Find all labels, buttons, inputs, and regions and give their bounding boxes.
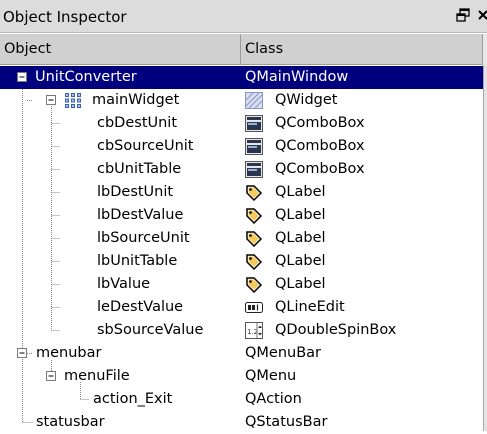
object-name: menuFile [64, 368, 130, 384]
tree-row[interactable]: lbValue QLabel [0, 273, 483, 296]
object-tree: UnitConverter QMainWindow mainWidget QWi… [0, 66, 483, 434]
class-name: QMenu [245, 368, 297, 384]
class-name: QAction [245, 391, 302, 407]
widget-grid-icon [65, 93, 81, 108]
svg-text:1.2: 1.2 [247, 328, 258, 336]
object-name: mainWidget [92, 92, 180, 108]
object-name: menubar [36, 345, 102, 361]
tree-row[interactable]: cbDestUnit QComboBox [0, 112, 483, 135]
class-name: QDoubleSpinBox [275, 322, 397, 338]
tree-row[interactable]: sbSourceValue 1.2 QDoubleSpinBox [0, 319, 483, 342]
class-name: QLineEdit [275, 299, 345, 315]
tree-row[interactable]: mainWidget QWidget [0, 89, 483, 112]
dock-title: Object Inspector [3, 8, 127, 26]
class-name: QLabel [275, 253, 326, 269]
tree-row[interactable]: lbDestValue QLabel [0, 204, 483, 227]
object-name: cbDestUnit [97, 115, 178, 131]
label-tag-icon [246, 254, 263, 270]
object-name: lbUnitTable [97, 253, 178, 269]
lineedit-icon [245, 302, 263, 313]
label-tag-icon [246, 208, 263, 224]
label-tag-icon [246, 277, 263, 293]
column-header: Object Class [0, 34, 487, 65]
tree-row[interactable]: menuFile QMenu [0, 365, 483, 388]
class-name: QLabel [275, 276, 326, 292]
class-name: QWidget [275, 92, 338, 108]
collapse-icon[interactable] [17, 348, 27, 358]
column-header-object[interactable]: Object [0, 34, 241, 64]
tree-row[interactable]: cbSourceUnit QComboBox [0, 135, 483, 158]
object-name: lbSourceUnit [97, 230, 190, 246]
class-name: QMenuBar [245, 345, 322, 361]
tree-row[interactable]: menubar QMenuBar [0, 342, 483, 365]
class-name: QComboBox [275, 161, 365, 177]
vertical-scrollbar[interactable] [483, 65, 487, 431]
combobox-icon [245, 161, 263, 178]
doublespinbox-icon: 1.2 [245, 322, 263, 339]
object-name: lbDestUnit [97, 184, 174, 200]
tree-row[interactable]: action_Exit QAction [0, 388, 483, 411]
tree-row[interactable]: leDestValue QLineEdit [0, 296, 483, 319]
class-name: QLabel [275, 184, 326, 200]
object-name: lbValue [97, 276, 151, 292]
combobox-icon [245, 138, 263, 155]
tree-row[interactable]: lbDestUnit QLabel [0, 181, 483, 204]
collapse-icon[interactable] [46, 371, 56, 381]
label-tag-icon [246, 185, 263, 201]
label-tag-icon [246, 231, 263, 247]
object-name: lbDestValue [97, 207, 184, 223]
tree-row[interactable]: lbSourceUnit QLabel [0, 227, 483, 250]
tree-row[interactable]: UnitConverter QMainWindow [0, 66, 483, 89]
widget-hatched-icon [245, 92, 263, 109]
column-header-class[interactable]: Class [241, 34, 483, 64]
combobox-icon [245, 115, 263, 132]
class-name: QLabel [275, 207, 326, 223]
close-icon[interactable] [476, 7, 487, 23]
object-name: action_Exit [93, 391, 173, 407]
object-name: sbSourceValue [97, 322, 204, 338]
class-name: QComboBox [275, 138, 365, 154]
class-name: QMainWindow [245, 69, 349, 85]
tree-row[interactable]: cbUnitTable QComboBox [0, 158, 483, 181]
header-corner [482, 34, 487, 65]
tree-row[interactable]: lbUnitTable QLabel [0, 250, 483, 273]
class-name: QComboBox [275, 115, 365, 131]
object-name: leDestValue [97, 299, 184, 315]
object-name: cbUnitTable [97, 161, 182, 177]
collapse-icon[interactable] [17, 72, 27, 82]
dock-titlebar[interactable]: Object Inspector [0, 0, 487, 33]
class-name: QLabel [275, 230, 326, 246]
object-name: UnitConverter [35, 69, 137, 85]
object-name: cbSourceUnit [97, 138, 194, 154]
float-icon[interactable] [455, 7, 471, 23]
collapse-icon[interactable] [46, 95, 56, 105]
